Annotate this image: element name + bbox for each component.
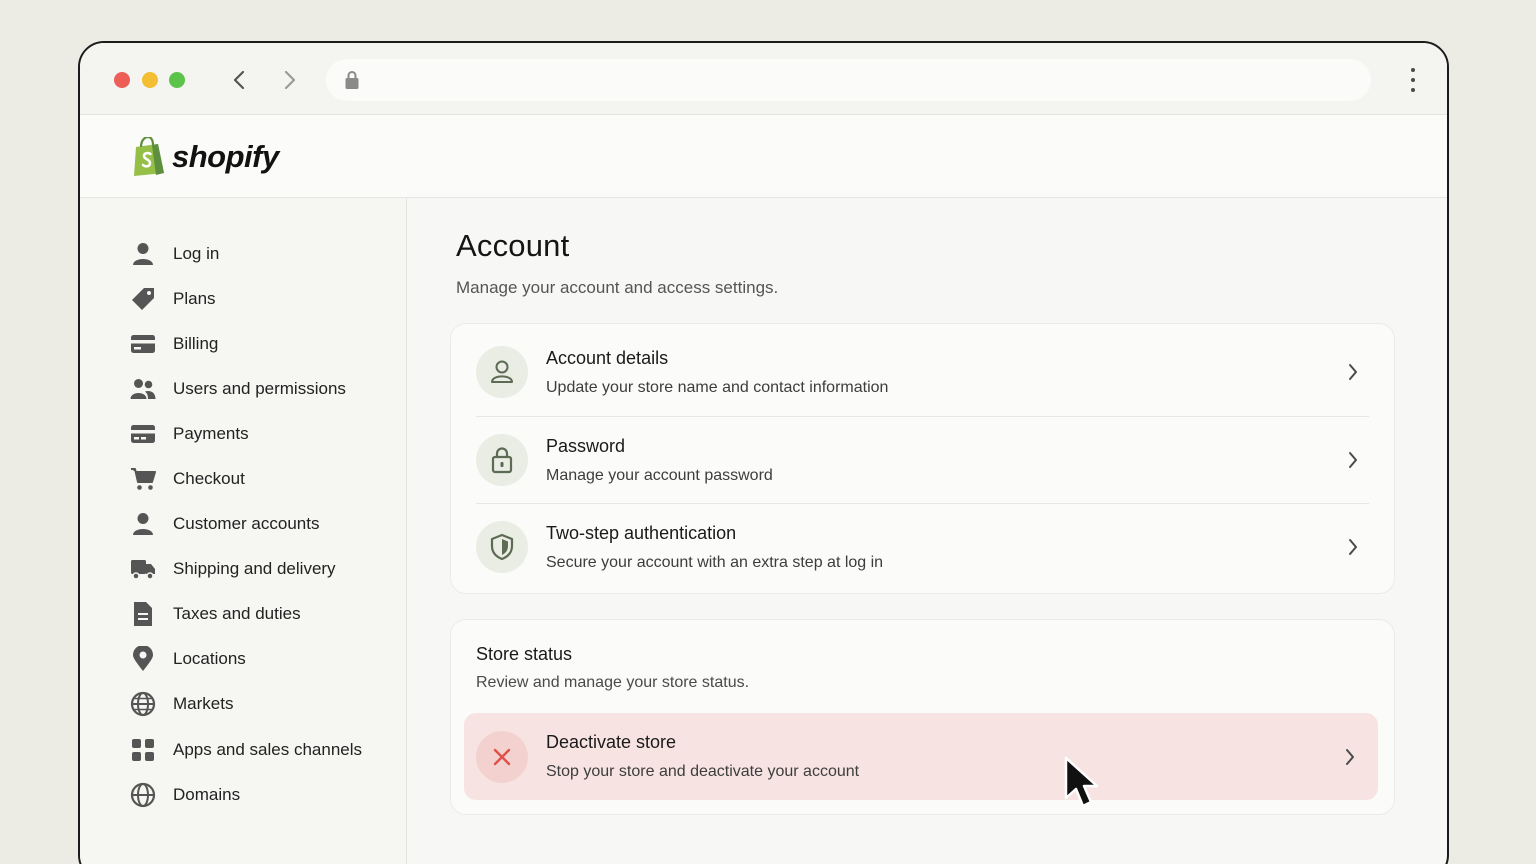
account-details-row[interactable]: Account details Update your store name a… <box>476 328 1369 416</box>
deactivate-store-row[interactable]: Deactivate store Stop your store and dea… <box>464 713 1378 800</box>
sidebar-item-checkout[interactable]: Checkout <box>80 456 406 501</box>
chevron-left-icon <box>233 70 245 90</box>
section-description: Review and manage your store status. <box>476 674 750 691</box>
users-icon <box>130 376 156 402</box>
chevron-right-icon <box>1341 535 1365 559</box>
sidebar-item-label: Checkout <box>173 469 245 489</box>
sidebar-item-label: Billing <box>173 333 219 353</box>
shopify-logo[interactable]: shopify <box>130 137 279 177</box>
document-icon <box>130 601 156 627</box>
row-description: Secure your account with an extra step a… <box>546 553 884 571</box>
truck-icon <box>130 556 156 582</box>
chevron-right-icon <box>1341 360 1365 384</box>
back-button[interactable] <box>226 67 252 93</box>
sidebar-item-log-in[interactable]: Log in <box>80 231 406 276</box>
row-title: Account details <box>546 347 669 368</box>
sidebar-item-label: Taxes and duties <box>173 604 301 624</box>
sidebar-item-label: Log in <box>173 243 220 263</box>
address-bar[interactable] <box>326 59 1371 101</box>
mouse-cursor-icon <box>1064 756 1099 808</box>
close-window-button[interactable] <box>114 72 130 88</box>
sidebar-item-label: Customer accounts <box>173 514 320 534</box>
sidebar-item-billing[interactable]: Billing <box>80 321 406 366</box>
sidebar-item-apps-and-sales-channels[interactable]: Apps and sales channels <box>80 727 406 772</box>
sidebar-item-taxes-and-duties[interactable]: Taxes and duties <box>80 592 406 637</box>
row-description: Update your store name and contact infor… <box>546 378 889 396</box>
lock-icon <box>476 434 528 486</box>
row-description: Manage your account password <box>546 466 773 484</box>
tag-icon <box>130 286 156 312</box>
sidebar-item-domains[interactable]: Domains <box>80 772 406 817</box>
page-subtitle: Manage your account and access settings. <box>456 278 779 297</box>
account-card: Account details Update your store name a… <box>450 323 1395 594</box>
person-icon <box>130 241 156 267</box>
sidebar-item-label: Markets <box>173 694 234 714</box>
browser-toolbar <box>80 43 1447 115</box>
globe-icon <box>130 782 156 808</box>
shopify-bag-icon <box>134 137 164 176</box>
lock-icon <box>344 70 360 95</box>
sidebar-item-label: Users and permissions <box>173 378 346 398</box>
sidebar-item-label: Payments <box>173 423 249 443</box>
sidebar-item-label: Apps and sales channels <box>173 739 363 759</box>
sidebar-item-plans[interactable]: Plans <box>80 276 406 321</box>
sidebar-item-users-and-permissions[interactable]: Users and permissions <box>80 366 406 411</box>
credit-card-icon <box>130 331 156 357</box>
minimize-window-button[interactable] <box>142 72 158 88</box>
sidebar-item-label: Domains <box>173 784 241 804</box>
sidebar-item-label: Locations <box>173 649 246 669</box>
settings-sidebar: Log in Plans Billing Users and permissio… <box>80 198 407 864</box>
password-row[interactable]: Password Manage your account password <box>476 416 1369 504</box>
sidebar-item-label: Shipping and delivery <box>173 559 336 579</box>
browser-menu-button[interactable] <box>1409 68 1417 92</box>
two-step-authentication-row[interactable]: Two-step authentication Secure your acco… <box>476 503 1369 591</box>
person-icon <box>130 511 156 537</box>
maximize-window-button[interactable] <box>169 72 185 88</box>
sidebar-item-customer-accounts[interactable]: Customer accounts <box>80 502 406 547</box>
apps-grid-icon <box>130 737 156 763</box>
row-description: Stop your store and deactivate your acco… <box>546 763 860 780</box>
globe-icon <box>130 691 156 717</box>
shield-icon <box>476 521 528 573</box>
chevron-right-icon <box>1338 745 1362 769</box>
browser-window: shopify Log in Plans Billing Users and p… <box>78 41 1449 864</box>
close-x-icon <box>476 730 528 783</box>
sidebar-item-markets[interactable]: Markets <box>80 682 406 727</box>
row-title: Password <box>546 435 626 456</box>
chevron-right-icon <box>284 70 296 90</box>
app-header: shopify <box>80 115 1447 198</box>
forward-button[interactable] <box>277 67 303 93</box>
sidebar-item-shipping-and-delivery[interactable]: Shipping and delivery <box>80 547 406 592</box>
row-title: Two-step authentication <box>546 522 737 543</box>
cart-icon <box>130 466 156 492</box>
section-title: Store status <box>476 644 573 664</box>
page-title: Account <box>456 228 570 263</box>
row-title: Deactivate store <box>546 732 677 752</box>
brand-name: shopify <box>172 139 279 174</box>
location-pin-icon <box>130 646 156 672</box>
sidebar-item-locations[interactable]: Locations <box>80 637 406 682</box>
person-icon <box>476 346 528 398</box>
chevron-right-icon <box>1341 448 1365 472</box>
card-icon <box>130 421 156 447</box>
sidebar-item-label: Plans <box>173 288 216 308</box>
sidebar-item-payments[interactable]: Payments <box>80 411 406 456</box>
store-status-card: Store status Review and manage your stor… <box>450 619 1395 815</box>
account-settings-main: Account Manage your account and access s… <box>407 198 1447 864</box>
